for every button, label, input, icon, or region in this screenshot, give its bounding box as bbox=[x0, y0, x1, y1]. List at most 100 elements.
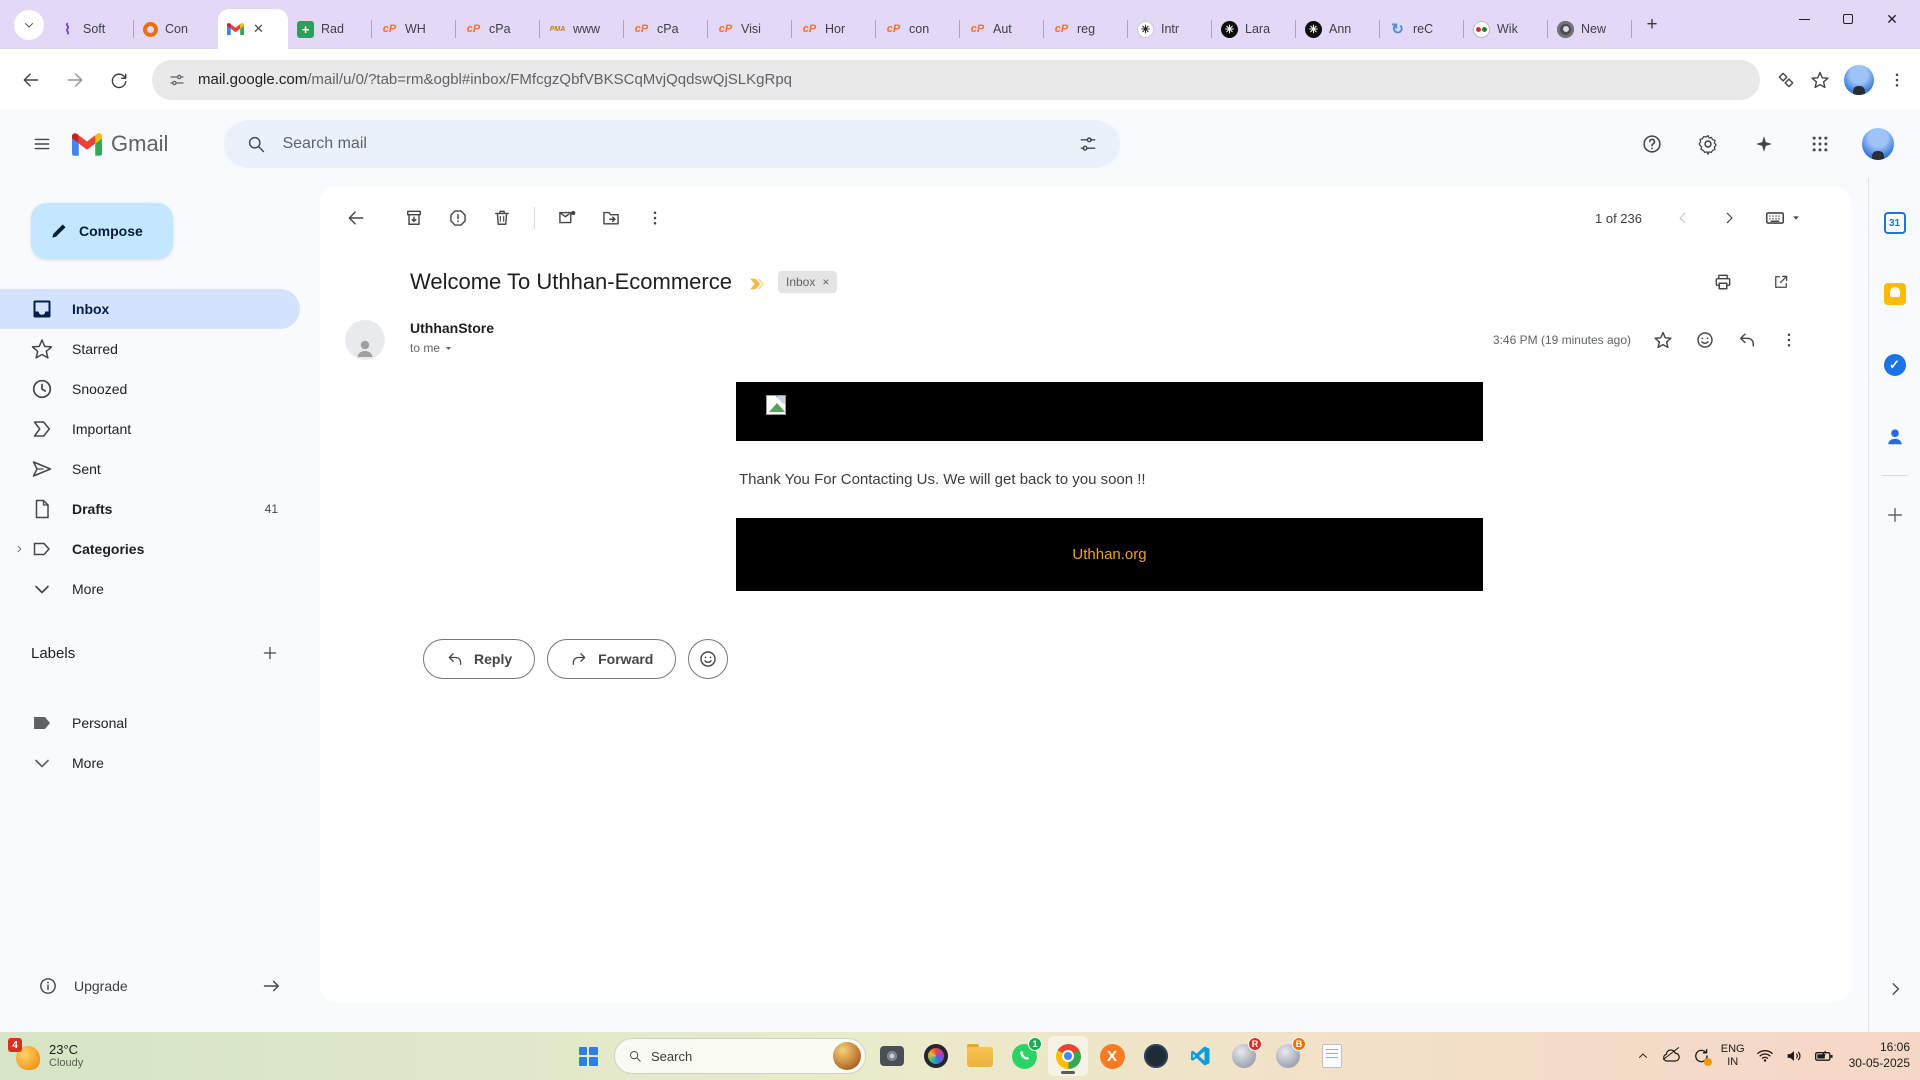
taskbar-profile-b-button[interactable]: B bbox=[1268, 1036, 1308, 1076]
sidebar-item-more[interactable]: More bbox=[0, 569, 300, 609]
onedrive-paused-icon[interactable] bbox=[1661, 1046, 1681, 1066]
search-input[interactable]: Search mail bbox=[282, 135, 1062, 153]
taskbar-file-explorer-button[interactable] bbox=[960, 1036, 1000, 1076]
compose-button[interactable]: Compose bbox=[31, 203, 173, 259]
side-panel-keep-button[interactable] bbox=[1883, 282, 1907, 306]
taskbar-chrome-button[interactable] bbox=[1048, 1036, 1088, 1076]
forward-button[interactable] bbox=[58, 63, 92, 97]
browser-tab[interactable]: cPAut bbox=[960, 9, 1044, 49]
search-filter-button[interactable] bbox=[1066, 122, 1110, 166]
inbox-label-chip[interactable]: Inbox × bbox=[778, 271, 837, 293]
account-avatar[interactable] bbox=[1862, 128, 1894, 160]
taskbar-search[interactable]: Search bbox=[614, 1038, 866, 1074]
side-panel-collapse-icon[interactable] bbox=[1886, 980, 1904, 998]
sidebar-item-sent[interactable]: Sent bbox=[0, 449, 300, 489]
sidebar-item-important[interactable]: Important bbox=[0, 409, 300, 449]
side-panel-contacts-button[interactable] bbox=[1883, 424, 1907, 448]
browser-tab[interactable]: ↻reC bbox=[1380, 9, 1464, 49]
details-dropdown-icon[interactable] bbox=[444, 344, 453, 353]
language-indicator[interactable]: ENG IN bbox=[1721, 1043, 1745, 1068]
input-tools-button[interactable] bbox=[1764, 207, 1801, 229]
side-panel-get-addons-button[interactable] bbox=[1883, 503, 1907, 527]
window-maximize-button[interactable] bbox=[1826, 0, 1870, 38]
gemini-button[interactable] bbox=[1744, 124, 1784, 164]
sidebar-item-starred[interactable]: Starred bbox=[0, 329, 300, 369]
browser-tab[interactable]: New bbox=[1548, 9, 1632, 49]
taskbar-notepad-button[interactable] bbox=[1312, 1036, 1352, 1076]
report-spam-button[interactable] bbox=[436, 196, 480, 240]
clock-widget[interactable]: 16:06 30-05-2025 bbox=[1849, 1040, 1910, 1071]
weather-widget[interactable]: 4 23°C Cloudy bbox=[10, 1041, 83, 1071]
tab-search-button[interactable] bbox=[14, 10, 44, 40]
sidebar-item-drafts[interactable]: Drafts41 bbox=[0, 489, 300, 529]
sender-avatar[interactable] bbox=[345, 320, 385, 360]
help-button[interactable] bbox=[1632, 124, 1672, 164]
mark-unread-button[interactable] bbox=[545, 196, 589, 240]
site-settings-icon[interactable] bbox=[168, 71, 186, 89]
sync-icon[interactable] bbox=[1692, 1047, 1710, 1065]
window-minimize-button[interactable] bbox=[1782, 0, 1826, 38]
wifi-icon[interactable] bbox=[1756, 1047, 1774, 1065]
delete-button[interactable] bbox=[480, 196, 524, 240]
search-button[interactable] bbox=[234, 122, 278, 166]
emoji-reply-button[interactable] bbox=[688, 639, 728, 679]
taskbar-profile-r-button[interactable]: R bbox=[1224, 1036, 1264, 1076]
sidebar-item-categories[interactable]: Categories bbox=[0, 529, 300, 569]
taskbar-vscode-button[interactable] bbox=[1180, 1036, 1220, 1076]
hidden-icons-chevron[interactable] bbox=[1636, 1049, 1650, 1063]
create-label-button[interactable] bbox=[254, 637, 286, 669]
reload-button[interactable] bbox=[102, 63, 136, 97]
browser-tab[interactable]: ✳Ann bbox=[1296, 9, 1380, 49]
browser-tab[interactable]: cPcPa bbox=[624, 9, 708, 49]
older-button[interactable] bbox=[1710, 199, 1748, 237]
browser-tab[interactable]: cPreg bbox=[1044, 9, 1128, 49]
search-highlight-image[interactable] bbox=[833, 1042, 861, 1070]
reply-icon-button[interactable] bbox=[1729, 322, 1765, 358]
new-tab-button[interactable]: + bbox=[1638, 11, 1666, 39]
main-menu-button[interactable] bbox=[18, 120, 66, 168]
move-to-button[interactable] bbox=[589, 196, 633, 240]
taskbar-media-app-button[interactable] bbox=[916, 1036, 956, 1076]
chip-remove-icon[interactable]: × bbox=[822, 275, 829, 289]
taskbar-xampp-button[interactable]: X bbox=[1092, 1036, 1132, 1076]
browser-tab[interactable]: PMAwww bbox=[540, 9, 624, 49]
browser-tab[interactable]: ⌇Soft bbox=[50, 9, 134, 49]
recipient-row[interactable]: to me bbox=[410, 341, 494, 355]
apps-button[interactable] bbox=[1800, 124, 1840, 164]
newer-button[interactable] bbox=[1664, 199, 1702, 237]
message-more-button[interactable] bbox=[1771, 322, 1807, 358]
window-close-button[interactable]: ✕ bbox=[1870, 0, 1914, 38]
label-item-personal[interactable]: Personal bbox=[0, 703, 300, 743]
tab-close-icon[interactable]: ✕ bbox=[253, 21, 264, 37]
sidebar-item-snoozed[interactable]: Snoozed bbox=[0, 369, 300, 409]
back-to-inbox-button[interactable] bbox=[334, 196, 378, 240]
browser-profile-avatar[interactable] bbox=[1844, 65, 1874, 95]
browser-tab[interactable]: cPWH bbox=[372, 9, 456, 49]
browser-tab[interactable]: Wik bbox=[1464, 9, 1548, 49]
important-marker-icon[interactable] bbox=[748, 275, 766, 293]
open-in-new-button[interactable] bbox=[1759, 260, 1803, 304]
bookmark-icon[interactable] bbox=[1810, 70, 1830, 90]
add-reaction-button[interactable] bbox=[1687, 322, 1723, 358]
address-bar[interactable]: mail.google.com/mail/u/0/?tab=rm&ogbl#in… bbox=[152, 60, 1760, 100]
more-actions-button[interactable] bbox=[633, 196, 677, 240]
upgrade-row[interactable]: Upgrade bbox=[0, 958, 318, 1014]
expand-caret-icon[interactable] bbox=[14, 544, 24, 554]
volume-icon[interactable] bbox=[1785, 1047, 1803, 1065]
browser-tab[interactable]: ✳Lara bbox=[1212, 9, 1296, 49]
taskbar-dark-app-button[interactable] bbox=[1136, 1036, 1176, 1076]
browser-tab[interactable]: cPHor bbox=[792, 9, 876, 49]
start-button[interactable] bbox=[568, 1036, 608, 1076]
star-button[interactable] bbox=[1645, 322, 1681, 358]
side-panel-tasks-button[interactable]: ✓ bbox=[1883, 353, 1907, 377]
label-item-more[interactable]: More bbox=[0, 743, 300, 783]
forward-button[interactable]: Forward bbox=[547, 639, 676, 679]
reading-mode-icon[interactable] bbox=[1776, 70, 1796, 90]
battery-icon[interactable] bbox=[1814, 1046, 1834, 1066]
print-button[interactable] bbox=[1701, 260, 1745, 304]
footer-link[interactable]: Uthhan.org bbox=[1072, 546, 1146, 563]
sidebar-item-inbox[interactable]: Inbox bbox=[0, 289, 300, 329]
tab-gmail-active[interactable]: ✕ bbox=[218, 9, 288, 49]
back-button[interactable] bbox=[14, 63, 48, 97]
settings-button[interactable] bbox=[1688, 124, 1728, 164]
